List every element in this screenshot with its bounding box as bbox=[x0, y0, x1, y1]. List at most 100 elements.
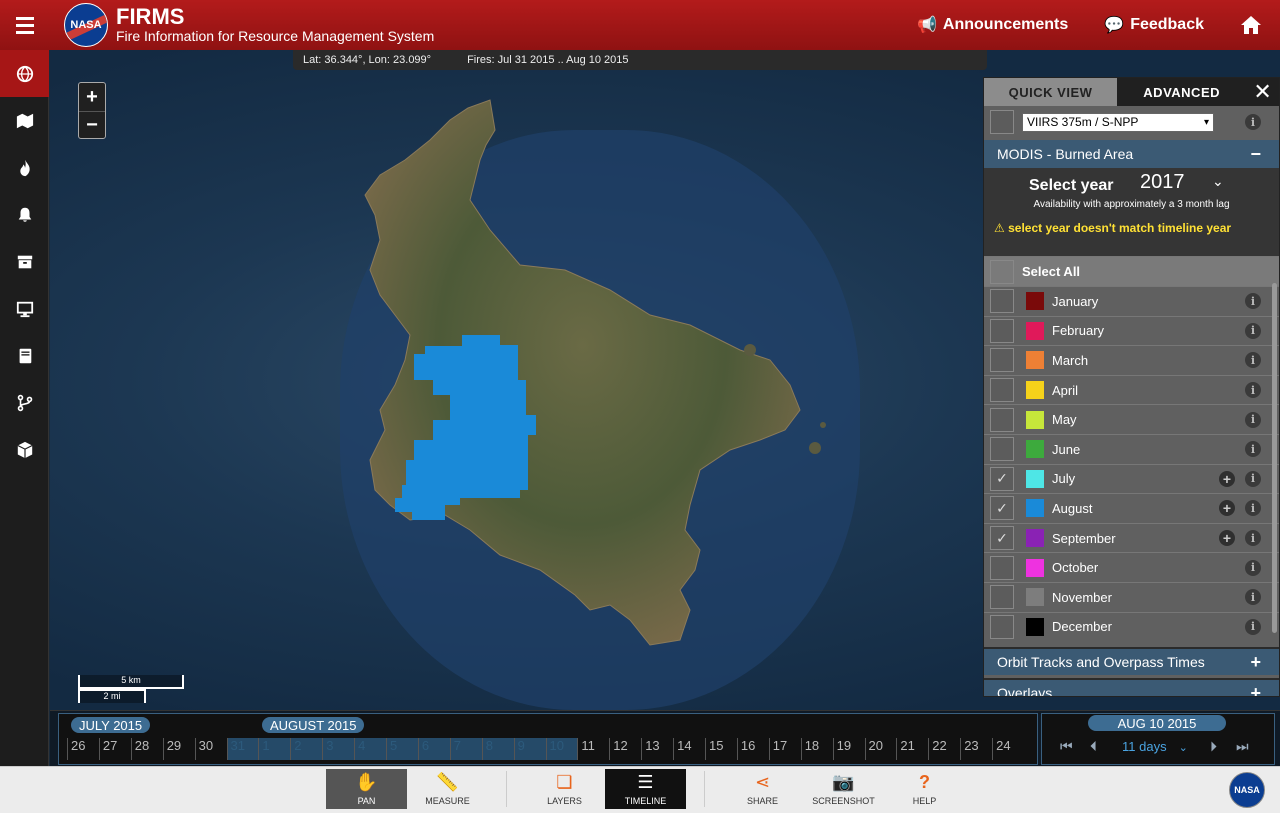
info-icon[interactable]: i bbox=[1245, 618, 1261, 635]
month-row-march[interactable]: March i bbox=[984, 345, 1279, 375]
timeline-day[interactable]: 20 bbox=[864, 738, 897, 760]
info-icon[interactable]: i bbox=[1245, 293, 1261, 310]
month-checkbox[interactable] bbox=[990, 348, 1014, 373]
tab-advanced[interactable]: ADVANCED bbox=[1117, 78, 1247, 106]
satellite-checkbox[interactable] bbox=[990, 110, 1014, 134]
add-icon[interactable]: + bbox=[1219, 530, 1235, 547]
timeline-button[interactable]: ☰ TIMELINE bbox=[605, 769, 686, 809]
info-icon[interactable]: i bbox=[1245, 322, 1261, 339]
month-checkbox[interactable]: ✓ bbox=[990, 496, 1014, 521]
timeline-day[interactable]: 22 bbox=[928, 738, 960, 760]
timeline-day[interactable]: 27 bbox=[98, 738, 131, 760]
month-checkbox[interactable] bbox=[990, 407, 1014, 432]
info-icon[interactable]: i bbox=[1245, 470, 1261, 487]
section-modis-burned-area[interactable]: MODIS - Burned Area − bbox=[984, 140, 1279, 168]
info-icon[interactable]: i bbox=[1245, 500, 1261, 517]
sidebar-item-archive[interactable] bbox=[0, 238, 49, 285]
timeline-day[interactable]: 7 bbox=[449, 738, 482, 760]
zoom-out-button[interactable]: − bbox=[79, 111, 105, 139]
month-checkbox[interactable] bbox=[990, 437, 1014, 462]
month-row-january[interactable]: January i bbox=[984, 286, 1279, 316]
timeline-day[interactable]: 1 bbox=[258, 738, 291, 760]
info-icon[interactable]: i bbox=[1245, 530, 1261, 547]
month-checkbox[interactable]: ✓ bbox=[990, 466, 1014, 491]
timeline-day[interactable]: 12 bbox=[609, 738, 641, 760]
month-row-october[interactable]: October i bbox=[984, 552, 1279, 582]
timeline-day[interactable]: 28 bbox=[130, 738, 163, 760]
info-icon[interactable]: i bbox=[1245, 114, 1261, 130]
info-icon[interactable]: i bbox=[1245, 589, 1261, 606]
month-checkbox[interactable] bbox=[990, 289, 1014, 314]
timeline-day[interactable]: 13 bbox=[641, 738, 673, 760]
step-forward-icon[interactable]: ⏵ bbox=[1210, 738, 1217, 755]
section-overlays[interactable]: Overlays + bbox=[984, 678, 1279, 696]
timeline-day[interactable]: 9 bbox=[513, 738, 546, 760]
menu-button[interactable] bbox=[0, 0, 50, 50]
timeline-day[interactable]: 30 bbox=[194, 738, 227, 760]
sidebar-item-layers-map[interactable] bbox=[0, 97, 49, 144]
sidebar-item-map[interactable] bbox=[0, 50, 49, 97]
panel-scrollbar[interactable] bbox=[1272, 283, 1277, 633]
sidebar-item-alerts[interactable] bbox=[0, 191, 49, 238]
month-row-may[interactable]: May i bbox=[984, 404, 1279, 434]
satellite-select[interactable]: VIIRS 375m / S-NPP ▾ bbox=[1022, 112, 1214, 132]
month-checkbox[interactable] bbox=[990, 585, 1014, 610]
expand-icon[interactable]: + bbox=[1250, 652, 1261, 673]
announcements-link[interactable]: 📢 Announcements bbox=[917, 15, 1068, 35]
sidebar-item-fire[interactable] bbox=[0, 144, 49, 191]
year-select[interactable]: 2017 bbox=[1140, 171, 1185, 194]
sidebar-item-docs[interactable] bbox=[0, 332, 49, 379]
step-back-icon[interactable]: ⏴ bbox=[1090, 738, 1097, 755]
month-row-april[interactable]: April i bbox=[984, 374, 1279, 405]
sidebar-item-3d[interactable] bbox=[0, 426, 49, 473]
feedback-link[interactable]: 💬 Feedback bbox=[1104, 15, 1204, 35]
month-row-february[interactable]: February i bbox=[984, 315, 1279, 346]
month-row-june[interactable]: June i bbox=[984, 433, 1279, 464]
expand-icon[interactable]: + bbox=[1250, 683, 1261, 696]
section-orbit-tracks[interactable]: Orbit Tracks and Overpass Times + bbox=[984, 647, 1279, 676]
home-icon[interactable] bbox=[1240, 15, 1262, 35]
timeline-day[interactable]: 2 bbox=[290, 738, 323, 760]
sidebar-item-display[interactable] bbox=[0, 285, 49, 332]
timeline-day[interactable]: 14 bbox=[673, 738, 705, 760]
timeline-day[interactable]: 21 bbox=[896, 738, 928, 760]
nasa-footer-logo[interactable]: NASA bbox=[1229, 772, 1265, 808]
month-row-september[interactable]: ✓ September + i bbox=[984, 522, 1279, 553]
month-checkbox[interactable]: ✓ bbox=[990, 526, 1014, 551]
timeline-day[interactable]: 6 bbox=[417, 738, 450, 760]
month-row-december[interactable]: December i bbox=[984, 611, 1279, 642]
info-icon[interactable]: i bbox=[1245, 382, 1261, 399]
skip-forward-icon[interactable]: ⏭ bbox=[1236, 738, 1249, 755]
select-all-row[interactable]: Select All bbox=[984, 256, 1279, 286]
add-icon[interactable]: + bbox=[1219, 470, 1235, 487]
timeline-day[interactable]: 8 bbox=[481, 738, 514, 760]
nasa-logo[interactable]: NASA bbox=[64, 3, 108, 47]
help-button[interactable]: ? HELP bbox=[884, 769, 965, 809]
screenshot-button[interactable]: 📷 SCREENSHOT bbox=[803, 769, 884, 809]
chevron-down-icon[interactable]: ⌄ bbox=[1212, 173, 1224, 190]
timeline-day[interactable]: 10 bbox=[545, 738, 578, 760]
info-icon[interactable]: i bbox=[1245, 352, 1261, 369]
month-checkbox[interactable] bbox=[990, 318, 1014, 343]
month-row-november[interactable]: November i bbox=[984, 581, 1279, 612]
tab-quick-view[interactable]: QUICK VIEW bbox=[984, 78, 1118, 106]
measure-button[interactable]: 📏 MEASURE bbox=[407, 769, 488, 809]
timeline-day[interactable]: 26 bbox=[67, 738, 99, 760]
info-icon[interactable]: i bbox=[1245, 559, 1261, 576]
add-icon[interactable]: + bbox=[1219, 500, 1235, 517]
timeline-day[interactable]: 23 bbox=[960, 738, 992, 760]
timeline-day[interactable]: 15 bbox=[705, 738, 737, 760]
info-icon[interactable]: i bbox=[1245, 441, 1261, 458]
timeline-day[interactable]: 31 bbox=[226, 738, 259, 760]
timeline-day[interactable]: 29 bbox=[162, 738, 195, 760]
month-checkbox[interactable] bbox=[990, 378, 1014, 403]
skip-back-icon[interactable]: ⏮ bbox=[1060, 738, 1073, 755]
timeline-day[interactable]: 11 bbox=[577, 738, 609, 760]
zoom-in-button[interactable]: + bbox=[79, 83, 105, 111]
timeline-track[interactable]: JULY 2015 AUGUST 2015 26 27 28 29 30 31 1 2 3 4 5 6… bbox=[58, 713, 1038, 765]
select-all-checkbox[interactable] bbox=[990, 259, 1014, 284]
info-icon[interactable]: i bbox=[1245, 411, 1261, 428]
timeline-day[interactable]: 17 bbox=[768, 738, 801, 760]
month-checkbox[interactable] bbox=[990, 555, 1014, 580]
range-select[interactable]: 11 days ⌄ bbox=[1122, 739, 1188, 754]
